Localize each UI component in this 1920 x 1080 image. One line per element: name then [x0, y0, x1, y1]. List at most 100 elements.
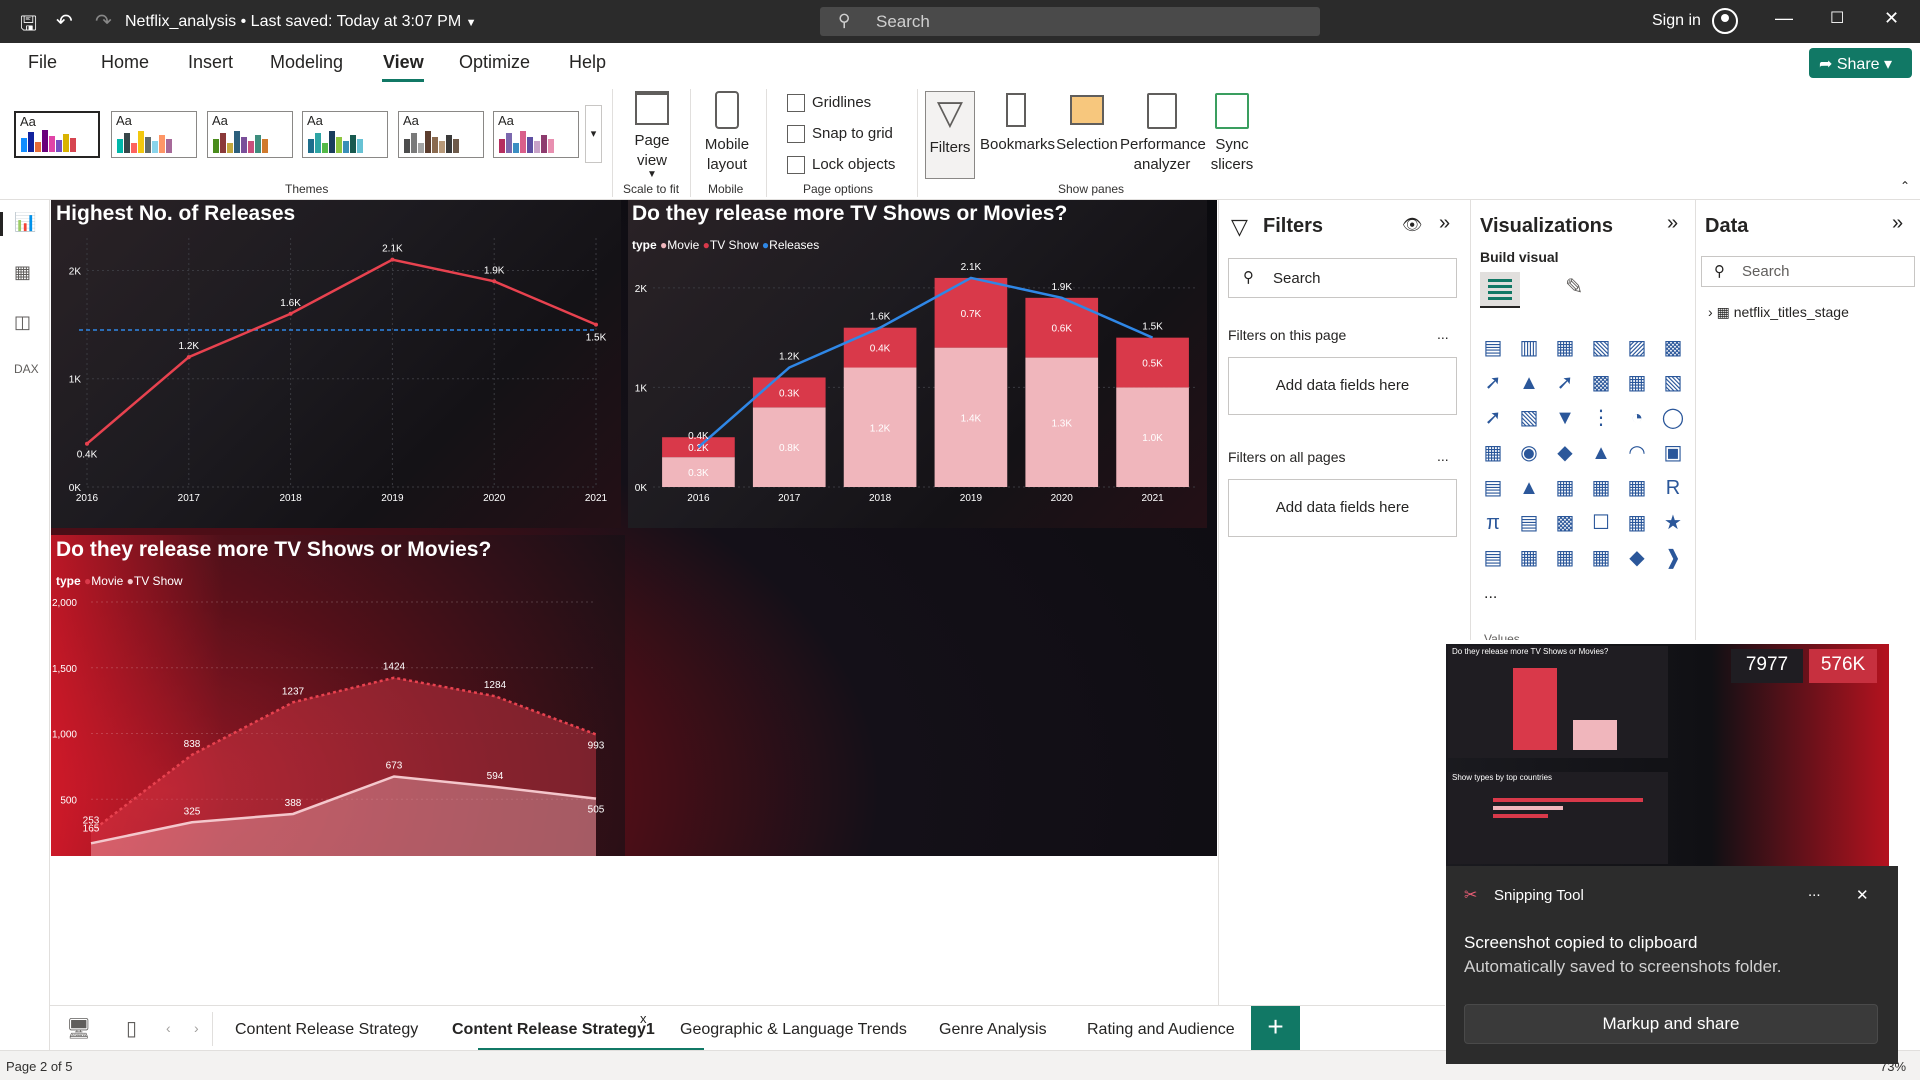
checkbox[interactable]	[787, 156, 805, 174]
table-view-icon[interactable]: ▦	[14, 262, 31, 283]
close-tab-icon[interactable]: x	[640, 1011, 647, 1026]
visual-type-icon[interactable]: ▦	[1552, 545, 1578, 571]
line-chart-visual[interactable]: Highest No. of Releases 0K 1K 2K 2016 2017 20…	[51, 200, 621, 528]
share-button[interactable]: ➦ Share ▾	[1809, 48, 1912, 78]
checkbox[interactable]	[787, 125, 805, 143]
menu-insert[interactable]: Insert	[188, 52, 233, 73]
format-visual-icon[interactable]: ✎	[1565, 274, 1583, 300]
theme-swatch-3[interactable]: Aa	[207, 111, 293, 158]
minimize-icon[interactable]: —	[1775, 8, 1793, 29]
area-chart-visual[interactable]: Do they release more TV Shows or Movies?…	[51, 535, 625, 856]
visual-type-icon[interactable]: ▼	[1552, 405, 1578, 431]
mobile-layout-button[interactable]: Mobile layout	[702, 91, 752, 175]
checkbox[interactable]	[787, 94, 805, 112]
theme-swatch-1[interactable]: Aa	[14, 111, 100, 158]
visual-type-icon[interactable]: ▨	[1624, 335, 1650, 361]
page-filter-dropzone[interactable]: Add data fields here	[1228, 357, 1457, 415]
more-icon[interactable]: ...	[1808, 883, 1821, 900]
selection-button[interactable]: Selection	[1055, 91, 1119, 155]
visual-type-icon[interactable]: ▲	[1516, 370, 1542, 396]
menu-modeling[interactable]: Modeling	[270, 52, 343, 73]
visual-type-icon[interactable]: ▤	[1480, 335, 1506, 361]
bookmarks-button[interactable]: Bookmarks	[980, 91, 1055, 155]
search-box[interactable]: ⚲ Search	[820, 7, 1320, 36]
close-icon[interactable]: ✕	[1856, 886, 1869, 904]
menu-help[interactable]: Help	[569, 52, 606, 73]
model-view-icon[interactable]: ◫	[14, 312, 31, 333]
collapse-pane-icon[interactable]: »	[1439, 212, 1450, 235]
menu-home[interactable]: Home	[101, 52, 149, 73]
visual-type-icon[interactable]: ▲	[1516, 475, 1542, 501]
page-view-button[interactable]: Page view ▼	[630, 91, 674, 180]
maximize-icon[interactable]: ☐	[1830, 8, 1844, 28]
visual-type-icon[interactable]: ▦	[1516, 545, 1542, 571]
tab-content-release-strategy[interactable]: Content Release Strategy	[235, 1021, 418, 1039]
visual-type-icon[interactable]: ❱	[1660, 545, 1686, 571]
sign-in-link[interactable]: Sign in	[1652, 12, 1701, 30]
visual-type-icon[interactable]: ▧	[1588, 335, 1614, 361]
visual-type-icon[interactable]: ▧	[1660, 370, 1686, 396]
document-title[interactable]: Netflix_analysis • Last saved: Today at …	[125, 13, 477, 31]
visual-type-icon[interactable]: ▥	[1516, 335, 1542, 361]
tab-genre-analysis[interactable]: Genre Analysis	[939, 1021, 1047, 1039]
build-visual-tab[interactable]	[1480, 272, 1520, 308]
menu-optimize[interactable]: Optimize	[459, 52, 530, 73]
visual-type-icon[interactable]: ▤	[1480, 545, 1506, 571]
close-icon[interactable]: ✕	[1884, 8, 1899, 29]
more-icon[interactable]: ...	[1437, 448, 1449, 464]
collapse-pane-icon[interactable]: »	[1892, 212, 1903, 235]
visual-type-icon[interactable]: ◆	[1624, 545, 1650, 571]
visual-type-icon[interactable]: ▩	[1588, 370, 1614, 396]
visual-type-icon[interactable]: ➚	[1480, 405, 1506, 431]
visual-type-icon[interactable]: ◉	[1516, 440, 1542, 466]
chevron-down-icon[interactable]: ▼	[466, 17, 477, 29]
collapse-ribbon-icon[interactable]: ⌃	[1900, 179, 1910, 193]
dax-query-icon[interactable]: DAX	[14, 362, 39, 376]
visual-type-icon[interactable]: ▦	[1552, 335, 1578, 361]
tab-prev-icon[interactable]: ‹	[166, 1020, 171, 1036]
account-icon[interactable]	[1712, 8, 1738, 34]
visual-type-icon[interactable]: ▦	[1624, 475, 1650, 501]
visual-type-icon[interactable]: ▦	[1552, 475, 1578, 501]
visual-type-icon[interactable]: ▤	[1480, 475, 1506, 501]
visual-type-icon[interactable]: ▧	[1516, 405, 1542, 431]
visual-type-icon[interactable]: ▩	[1660, 335, 1686, 361]
visual-type-icon[interactable]: ➚	[1480, 370, 1506, 396]
desktop-layout-icon[interactable]: 🖥	[66, 1016, 91, 1041]
combo-chart-visual[interactable]: Do they release more TV Shows or Movies?…	[628, 200, 1207, 528]
theme-swatch-5[interactable]: Aa	[398, 111, 484, 158]
visual-type-icon[interactable]: ▦	[1588, 545, 1614, 571]
redo-icon[interactable]: ↷	[95, 9, 112, 34]
visual-type-icon[interactable]: ☐	[1588, 510, 1614, 536]
eye-icon[interactable]: 👁	[1402, 215, 1422, 235]
visual-type-icon[interactable]: ◯	[1660, 405, 1686, 431]
tab-content-release-strategy1[interactable]: Content Release Strategy1	[452, 1021, 655, 1039]
visual-type-icon[interactable]: ▦	[1624, 510, 1650, 536]
theme-swatch-4[interactable]: Aa	[302, 111, 388, 158]
theme-swatch-6[interactable]: Aa	[493, 111, 579, 158]
visual-type-icon[interactable]: ◠	[1624, 440, 1650, 466]
mobile-layout-icon[interactable]: ▯	[126, 1016, 137, 1041]
snip-preview-thumbnail[interactable]: Do they release more TV Shows or Movies?…	[1446, 644, 1889, 866]
visual-type-icon[interactable]: ▦	[1624, 370, 1650, 396]
visual-type-icon[interactable]: ★	[1660, 510, 1686, 536]
visual-type-icon[interactable]: ▦	[1480, 440, 1506, 466]
filters-search[interactable]: ⚲ Search	[1228, 258, 1457, 298]
visual-type-icon[interactable]: ▩	[1552, 510, 1578, 536]
menu-file[interactable]: File	[28, 52, 57, 73]
report-view-icon[interactable]: 📊	[14, 212, 36, 233]
tab-rating-audience[interactable]: Rating and Audience	[1087, 1021, 1235, 1039]
collapse-pane-icon[interactable]: »	[1667, 212, 1678, 235]
visual-type-icon[interactable]: ▦	[1588, 475, 1614, 501]
performance-analyzer-button[interactable]: Performance analyzer	[1120, 91, 1206, 175]
more-icon[interactable]: ...	[1437, 326, 1449, 342]
themes-expand-icon[interactable]: ▾	[585, 105, 602, 163]
visual-type-icon[interactable]: π	[1480, 510, 1506, 536]
sync-slicers-button[interactable]: Sync slicers	[1208, 91, 1256, 175]
visual-type-icon[interactable]: R	[1660, 475, 1686, 501]
add-page-button[interactable]: +	[1251, 1006, 1300, 1050]
visual-type-icon[interactable]: ◔	[1624, 405, 1650, 431]
visual-type-icon[interactable]: ▣	[1660, 440, 1686, 466]
menu-view[interactable]: View	[383, 52, 424, 73]
data-search[interactable]: ⚲ Search	[1701, 256, 1915, 287]
